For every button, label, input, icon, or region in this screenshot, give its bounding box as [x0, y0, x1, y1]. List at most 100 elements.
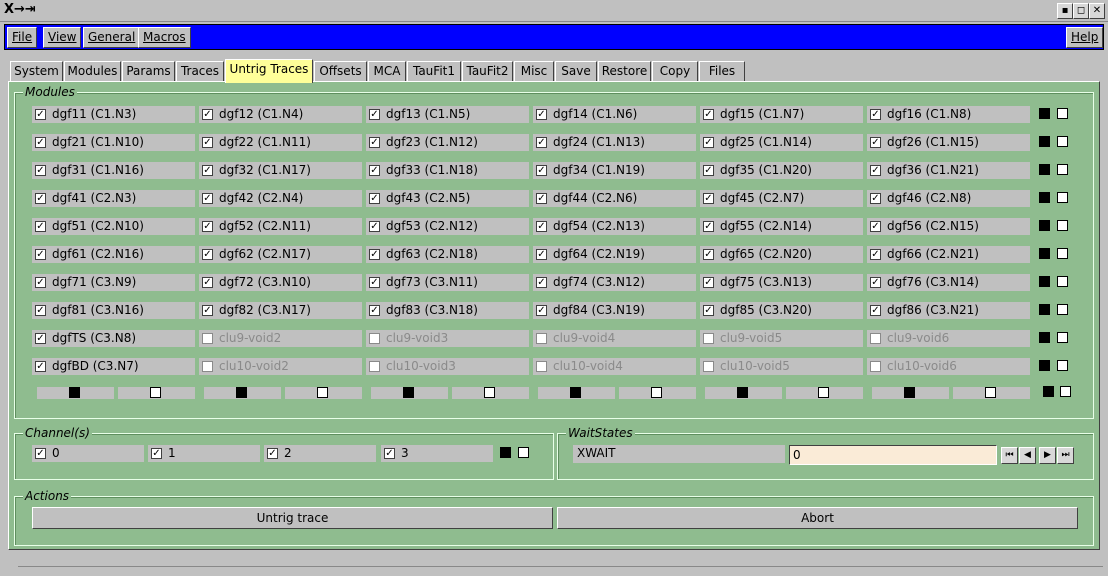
module-checkbox-7-4[interactable]: ✓ dgf74 (C3.N12) — [533, 274, 696, 291]
row-select-none-button[interactable] — [1057, 164, 1068, 175]
tab-files[interactable]: Files — [699, 61, 745, 82]
module-checkbox-5-3[interactable]: ✓ dgf53 (C2.N12) — [366, 218, 529, 235]
module-checkbox-7-2[interactable]: ✓ dgf72 (C3.N10) — [199, 274, 362, 291]
abort-button[interactable]: Abort — [557, 507, 1078, 529]
module-checkbox-10-4[interactable]: clu10-void4 — [533, 358, 696, 375]
module-checkbox-5-2[interactable]: ✓ dgf52 (C2.N11) — [199, 218, 362, 235]
module-checkbox-5-1[interactable]: ✓ dgf51 (C2.N10) — [32, 218, 195, 235]
tab-taufit1[interactable]: TauFit1 — [407, 61, 461, 82]
channel-checkbox-0[interactable]: ✓ 0 — [32, 445, 144, 462]
column-select-none-button[interactable] — [118, 387, 195, 399]
module-checkbox-10-1[interactable]: ✓ dgfBD (C3.N7) — [32, 358, 195, 375]
module-checkbox-1-4[interactable]: ✓ dgf14 (C1.N6) — [533, 106, 696, 123]
module-checkbox-3-3[interactable]: ✓ dgf33 (C1.N18) — [366, 162, 529, 179]
grid-select-all-button[interactable] — [1043, 386, 1054, 397]
module-checkbox-3-2[interactable]: ✓ dgf32 (C1.N17) — [199, 162, 362, 179]
untrig-trace-button[interactable]: Untrig trace — [32, 507, 553, 529]
row-select-all-button[interactable] — [1039, 108, 1050, 119]
module-checkbox-1-3[interactable]: ✓ dgf13 (C1.N5) — [366, 106, 529, 123]
channel-checkbox-1[interactable]: ✓ 1 — [148, 445, 260, 462]
menu-help[interactable]: Help — [1066, 27, 1104, 48]
row-select-none-button[interactable] — [1057, 192, 1068, 203]
column-select-all-button[interactable] — [538, 387, 615, 399]
module-checkbox-4-1[interactable]: ✓ dgf41 (C2.N3) — [32, 190, 195, 207]
module-checkbox-2-3[interactable]: ✓ dgf23 (C1.N12) — [366, 134, 529, 151]
module-checkbox-4-6[interactable]: ✓ dgf46 (C2.N8) — [867, 190, 1030, 207]
column-select-none-button[interactable] — [786, 387, 863, 399]
row-select-none-button[interactable] — [1057, 304, 1068, 315]
row-select-none-button[interactable] — [1057, 136, 1068, 147]
channels-select-all-button[interactable] — [500, 447, 511, 458]
tab-system[interactable]: System — [10, 61, 63, 82]
row-select-all-button[interactable] — [1039, 332, 1050, 343]
module-checkbox-6-5[interactable]: ✓ dgf65 (C2.N20) — [700, 246, 863, 263]
column-select-all-button[interactable] — [705, 387, 782, 399]
module-checkbox-1-5[interactable]: ✓ dgf15 (C1.N7) — [700, 106, 863, 123]
row-select-none-button[interactable] — [1057, 276, 1068, 287]
last-icon[interactable]: ⏭ — [1057, 447, 1074, 464]
tab-offsets[interactable]: Offsets — [314, 61, 367, 82]
tab-mca[interactable]: MCA — [368, 61, 406, 82]
row-select-all-button[interactable] — [1039, 304, 1050, 315]
column-select-none-button[interactable] — [619, 387, 696, 399]
column-select-all-button[interactable] — [371, 387, 448, 399]
menu-general[interactable]: General — [83, 27, 141, 48]
row-select-all-button[interactable] — [1039, 136, 1050, 147]
maximize-icon[interactable]: ◻ — [1073, 3, 1089, 19]
module-checkbox-9-4[interactable]: clu9-void4 — [533, 330, 696, 347]
module-checkbox-9-5[interactable]: clu9-void5 — [700, 330, 863, 347]
menu-view[interactable]: View — [43, 27, 82, 48]
tab-untrig-traces[interactable]: Untrig Traces — [225, 59, 313, 83]
column-select-all-button[interactable] — [872, 387, 949, 399]
tab-misc[interactable]: Misc — [514, 61, 554, 82]
module-checkbox-7-5[interactable]: ✓ dgf75 (C3.N13) — [700, 274, 863, 291]
row-select-all-button[interactable] — [1039, 276, 1050, 287]
module-checkbox-10-6[interactable]: clu10-void6 — [867, 358, 1030, 375]
module-checkbox-8-5[interactable]: ✓ dgf85 (C3.N20) — [700, 302, 863, 319]
row-select-all-button[interactable] — [1039, 192, 1050, 203]
channels-select-none-button[interactable] — [518, 447, 529, 458]
tab-traces[interactable]: Traces — [176, 61, 224, 82]
module-checkbox-1-6[interactable]: ✓ dgf16 (C1.N8) — [867, 106, 1030, 123]
row-select-all-button[interactable] — [1039, 164, 1050, 175]
module-checkbox-1-2[interactable]: ✓ dgf12 (C1.N4) — [199, 106, 362, 123]
module-checkbox-8-3[interactable]: ✓ dgf83 (C3.N18) — [366, 302, 529, 319]
module-checkbox-2-4[interactable]: ✓ dgf24 (C1.N13) — [533, 134, 696, 151]
module-checkbox-6-3[interactable]: ✓ dgf63 (C2.N18) — [366, 246, 529, 263]
row-select-none-button[interactable] — [1057, 220, 1068, 231]
module-checkbox-3-5[interactable]: ✓ dgf35 (C1.N20) — [700, 162, 863, 179]
decrement-icon[interactable]: ◀ — [1019, 447, 1036, 464]
row-select-all-button[interactable] — [1039, 220, 1050, 231]
close-icon[interactable]: ✕ — [1089, 3, 1105, 19]
module-checkbox-2-5[interactable]: ✓ dgf25 (C1.N14) — [700, 134, 863, 151]
module-checkbox-5-6[interactable]: ✓ dgf56 (C2.N15) — [867, 218, 1030, 235]
row-select-all-button[interactable] — [1039, 248, 1050, 259]
module-checkbox-6-1[interactable]: ✓ dgf61 (C2.N16) — [32, 246, 195, 263]
increment-icon[interactable]: ▶ — [1039, 447, 1056, 464]
column-select-none-button[interactable] — [452, 387, 529, 399]
tab-params[interactable]: Params — [122, 61, 175, 82]
module-checkbox-8-4[interactable]: ✓ dgf84 (C3.N19) — [533, 302, 696, 319]
module-checkbox-6-6[interactable]: ✓ dgf66 (C2.N21) — [867, 246, 1030, 263]
tab-copy[interactable]: Copy — [652, 61, 698, 82]
module-checkbox-9-1[interactable]: ✓ dgfTS (C3.N8) — [32, 330, 195, 347]
channel-checkbox-2[interactable]: ✓ 2 — [264, 445, 376, 462]
row-select-none-button[interactable] — [1057, 332, 1068, 343]
tab-modules[interactable]: Modules — [64, 61, 121, 82]
module-checkbox-4-4[interactable]: ✓ dgf44 (C2.N6) — [533, 190, 696, 207]
minimize-icon[interactable]: ▪ — [1057, 3, 1073, 19]
module-checkbox-2-1[interactable]: ✓ dgf21 (C1.N10) — [32, 134, 195, 151]
column-select-none-button[interactable] — [285, 387, 362, 399]
tab-save[interactable]: Save — [555, 61, 597, 82]
module-checkbox-7-3[interactable]: ✓ dgf73 (C3.N11) — [366, 274, 529, 291]
module-checkbox-4-3[interactable]: ✓ dgf43 (C2.N5) — [366, 190, 529, 207]
module-checkbox-7-1[interactable]: ✓ dgf71 (C3.N9) — [32, 274, 195, 291]
module-checkbox-8-6[interactable]: ✓ dgf86 (C3.N21) — [867, 302, 1030, 319]
module-checkbox-4-2[interactable]: ✓ dgf42 (C2.N4) — [199, 190, 362, 207]
module-checkbox-8-1[interactable]: ✓ dgf81 (C3.N16) — [32, 302, 195, 319]
module-checkbox-1-1[interactable]: ✓ dgf11 (C1.N3) — [32, 106, 195, 123]
module-checkbox-10-3[interactable]: clu10-void3 — [366, 358, 529, 375]
module-checkbox-3-4[interactable]: ✓ dgf34 (C1.N19) — [533, 162, 696, 179]
module-checkbox-2-6[interactable]: ✓ dgf26 (C1.N15) — [867, 134, 1030, 151]
channel-checkbox-3[interactable]: ✓ 3 — [381, 445, 493, 462]
